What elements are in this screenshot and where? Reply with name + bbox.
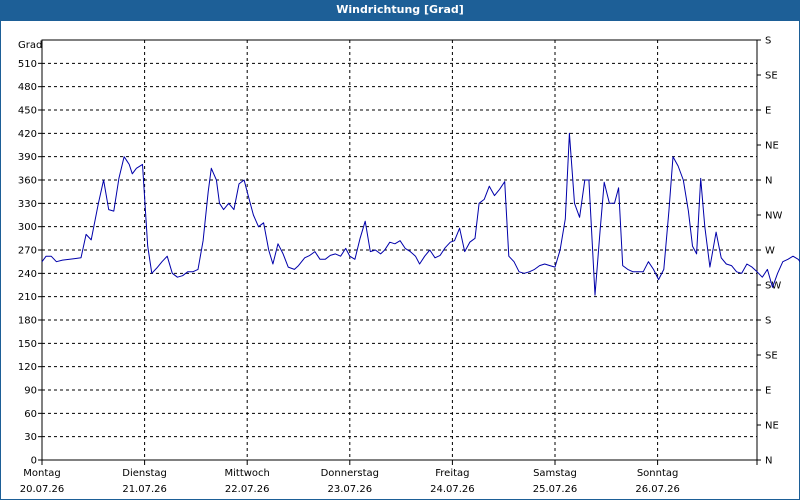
y-tick-label: 150	[18, 339, 37, 350]
compass-label: N	[765, 176, 772, 187]
series-line	[41, 132, 800, 296]
y-tick-label: 180	[18, 316, 37, 327]
y-tick-label: 210	[18, 292, 37, 303]
compass-label: E	[765, 106, 771, 117]
compass-label: NW	[765, 211, 782, 222]
x-axis: Montag 20.07.26 Dienstag 21.07.26 Mittwoch 22…	[20, 460, 758, 495]
series-layer	[41, 132, 800, 296]
compass-label: S	[765, 316, 771, 327]
day-name-label: Mittwoch	[225, 468, 270, 479]
y-tick-label: 120	[18, 362, 37, 373]
compass-label: N	[765, 456, 772, 467]
y-tick-label: 450	[18, 106, 37, 117]
day-date-label: 24.07.26	[430, 484, 475, 495]
day-name-label: Donnerstag	[321, 468, 379, 479]
compass-label: E	[765, 386, 771, 397]
day-date-label: 23.07.26	[328, 484, 373, 495]
y-axis-label: Grad	[18, 40, 42, 51]
y-tick-label: 0	[31, 456, 37, 467]
compass-label: SE	[765, 351, 778, 362]
compass-label: S	[765, 36, 771, 47]
y-tick-label: 60	[24, 409, 37, 420]
y-tick-label: 90	[24, 386, 37, 397]
y-tick-label: 510	[18, 59, 37, 70]
y-tick-label: 330	[18, 199, 37, 210]
compass-label: NE	[765, 421, 779, 432]
y-tick-label: 480	[18, 82, 37, 93]
day-name-label: Samstag	[533, 468, 577, 479]
y-tick-label: 390	[18, 152, 37, 163]
day-date-label: 21.07.26	[122, 484, 167, 495]
day-name-label: Montag	[23, 468, 60, 479]
y-axis: 0 30 60 90 120 150 180 210 240 270 300 330 360 390 420…	[18, 59, 42, 467]
y-tick-label: 270	[18, 246, 37, 257]
day-date-label: 25.07.26	[533, 484, 578, 495]
day-name-label: Dienstag	[122, 468, 167, 479]
day-date-label: 26.07.26	[635, 484, 680, 495]
grid	[42, 40, 757, 460]
y-tick-label: 360	[18, 176, 37, 187]
compass-label: NE	[765, 141, 779, 152]
day-name-label: Sonntag	[637, 468, 679, 479]
y-tick-label: 420	[18, 129, 37, 140]
wind-direction-chart: 0 30 60 90 120 150 180 210 240 270 300 330 360 390 420…	[18, 36, 800, 495]
y-tick-label: 240	[18, 269, 37, 280]
compass-label: W	[765, 246, 775, 257]
right-axis: NNEESESSWWNWNNEESES	[757, 36, 782, 467]
day-date-label: 20.07.26	[20, 484, 65, 495]
day-date-label: 22.07.26	[225, 484, 270, 495]
compass-label: SE	[765, 71, 778, 82]
y-tick-label: 30	[24, 432, 37, 443]
day-name-label: Freitag	[435, 468, 469, 479]
y-tick-label: 300	[18, 222, 37, 233]
